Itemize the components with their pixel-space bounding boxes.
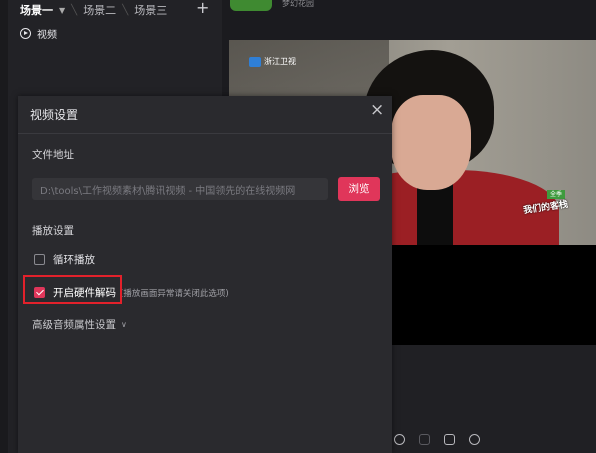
- source-item-video[interactable]: 视频: [20, 26, 57, 41]
- station-logo-text: 浙江卫视: [264, 57, 296, 66]
- close-icon[interactable]: ×: [370, 101, 384, 119]
- play-circle-icon: [20, 28, 31, 39]
- top-strip: [222, 0, 596, 18]
- video-settings-dialog: 视频设置 × 文件地址 浏览 播放设置 循环播放 开启硬件解码 (播放画面异常请…: [18, 96, 392, 453]
- preview-toolbar: [392, 425, 596, 453]
- dialog-divider: [18, 133, 392, 134]
- scene-tab-2[interactable]: 场景二: [83, 2, 116, 18]
- loop-label: 循环播放: [53, 254, 95, 266]
- hardware-decode-hint: (播放画面异常请关闭此选项): [120, 288, 229, 299]
- mic-icon[interactable]: [394, 433, 405, 445]
- person-face: [391, 95, 471, 190]
- chevron-down-icon[interactable]: ▼: [59, 6, 65, 15]
- file-address-label: 文件地址: [32, 149, 74, 161]
- source-label: 视频: [37, 30, 57, 41]
- tab-separator: ╲: [71, 4, 78, 16]
- advanced-audio-settings[interactable]: 高级音频属性设置 ∨: [32, 317, 127, 332]
- play-settings-label: 播放设置: [32, 225, 74, 237]
- camera-icon[interactable]: [444, 433, 455, 445]
- chevron-down-icon: ∨: [121, 320, 127, 329]
- camera-off-icon[interactable]: [419, 433, 430, 445]
- advanced-audio-label: 高级音频属性设置: [32, 319, 116, 331]
- browse-button[interactable]: 浏览: [338, 177, 380, 201]
- scene-tab-1[interactable]: 场景一: [20, 2, 53, 18]
- thumbnail-label: 梦幻花园: [282, 0, 314, 8]
- plus-icon[interactable]: +: [196, 0, 209, 17]
- file-path-input[interactable]: [32, 178, 328, 200]
- loop-playback-option[interactable]: 循环播放: [34, 252, 95, 267]
- gear-icon[interactable]: [469, 433, 480, 445]
- tab-separator: ╲: [122, 4, 129, 16]
- scene-tab-3[interactable]: 场景三: [134, 2, 167, 18]
- station-logo-icon: [249, 56, 261, 67]
- dialog-title: 视频设置: [30, 108, 79, 122]
- highlight-box: [23, 275, 122, 304]
- scene-tabs: 场景一 ▼ ╲ 场景二 ╲ 场景三: [20, 0, 173, 20]
- station-logo: 浙江卫视: [249, 56, 296, 67]
- scene-thumbnail[interactable]: [230, 0, 272, 11]
- loop-checkbox[interactable]: [34, 254, 45, 265]
- panel-edge: [0, 0, 8, 453]
